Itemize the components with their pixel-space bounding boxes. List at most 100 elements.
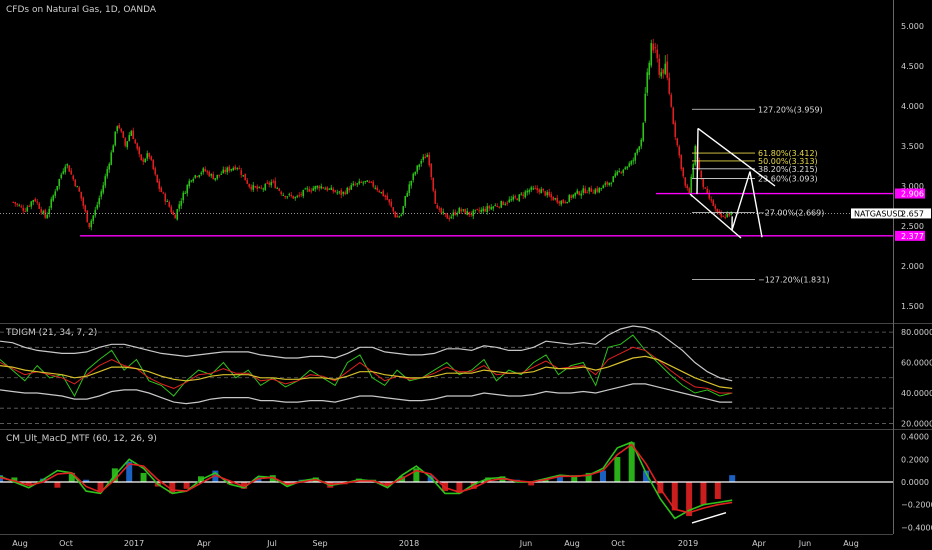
candle-body: [308, 189, 311, 192]
candle-body: [94, 209, 97, 216]
candle-body: [436, 205, 439, 209]
candle-body: [550, 194, 553, 198]
candle-body: [342, 191, 345, 194]
fib-level-label: 23.60%(3.093): [758, 175, 818, 184]
candle-body: [370, 181, 373, 183]
candle-body: [338, 191, 341, 193]
macd-panel-title: CM_Ult_MacD_MTF (60, 12, 26, 9): [6, 434, 157, 444]
fib-level-label: −27.00%(2.669): [758, 208, 824, 217]
candle-body: [344, 192, 347, 195]
price-y-tick: 1.500: [901, 302, 924, 311]
candle-body: [42, 211, 45, 214]
price-y-tick: 5.000: [901, 22, 924, 31]
candle-body: [278, 188, 281, 191]
macd-histogram-bar: [714, 482, 721, 500]
candle-body: [628, 163, 631, 167]
candle-body: [340, 190, 343, 196]
candle-body: [20, 206, 23, 208]
candle-body: [654, 47, 657, 49]
candle-body: [186, 185, 189, 194]
candle-body: [630, 161, 633, 165]
candle-body: [226, 167, 229, 173]
candle-body: [310, 190, 313, 192]
macd-panel[interactable]: CM_Ult_MacD_MTF (60, 12, 26, 9): [6, 434, 157, 444]
candle-body: [686, 185, 689, 189]
candle-body: [332, 188, 335, 192]
tdi-panel[interactable]: TDIGM (21, 34, 7, 2): [5, 328, 97, 338]
candle-body: [160, 187, 163, 193]
candle-body: [590, 188, 593, 192]
candle-body: [364, 180, 367, 182]
macd-histogram-bar: [599, 470, 606, 482]
candle-body: [38, 203, 41, 209]
x-tick-label: Jun: [519, 539, 533, 548]
candle-body: [592, 192, 595, 194]
macd-histogram-bar: [183, 482, 190, 489]
candle-body: [422, 156, 425, 160]
candle-body: [388, 199, 391, 203]
candle-body: [108, 163, 111, 170]
candle-body: [124, 138, 127, 146]
candle-body: [184, 192, 187, 194]
candle-body: [544, 191, 547, 196]
candle-body: [182, 192, 185, 201]
candle-body: [538, 189, 541, 193]
candle-body: [32, 200, 35, 202]
candle-body: [580, 193, 583, 196]
candle-body: [76, 186, 79, 188]
candle-body: [386, 195, 389, 200]
candle-body: [74, 179, 77, 187]
candle-body: [158, 181, 161, 189]
last-price-symbol: NATGASUSD: [854, 209, 904, 218]
candle-body: [536, 187, 539, 191]
candle-body: [282, 195, 285, 197]
candle-body: [220, 173, 223, 175]
candle-body: [604, 183, 607, 185]
candle-body: [682, 167, 685, 177]
candle-body: [548, 191, 551, 196]
candle-body: [582, 188, 585, 193]
candle-body: [656, 49, 659, 59]
candle-body: [596, 188, 599, 192]
candle-body: [198, 175, 201, 177]
candle-body: [494, 205, 497, 207]
candle-body: [410, 180, 413, 186]
x-tick-label: Apr: [197, 539, 212, 548]
candle-body: [680, 154, 683, 169]
price-panel[interactable]: CFDs on Natural Gas, 1D, OANDA: [6, 5, 157, 15]
candle-body: [218, 174, 221, 176]
candle-body: [52, 195, 55, 201]
candle-body: [558, 201, 561, 204]
tdi-panel-title: TDIGM (21, 34, 7, 2): [5, 328, 97, 338]
candle-body: [72, 175, 75, 180]
candle-body: [642, 122, 645, 141]
candle-body: [272, 181, 275, 183]
candle-body: [168, 201, 171, 207]
price-y-tick: 2.000: [901, 262, 924, 271]
candle-body: [492, 206, 495, 209]
candle-body: [586, 192, 589, 194]
candle-body: [646, 72, 649, 93]
price-y-tick: 4.000: [901, 102, 924, 111]
candle-body: [372, 181, 375, 187]
price-panel-title: CFDs on Natural Gas, 1D, OANDA: [6, 5, 157, 15]
candle-body: [264, 184, 267, 190]
candle-body: [28, 205, 31, 207]
candle-body: [66, 164, 69, 166]
candle-body: [426, 154, 429, 158]
candle-body: [190, 180, 193, 182]
candle-body: [460, 209, 463, 212]
candle-body: [12, 201, 15, 203]
candle-body: [244, 173, 247, 181]
candle-body: [404, 196, 407, 206]
candle-body: [334, 190, 337, 193]
candle-body: [300, 194, 303, 196]
candle-body: [552, 196, 555, 201]
candle-body: [252, 184, 255, 190]
candle-body: [174, 214, 177, 219]
candle-body: [564, 201, 567, 203]
price-y-tick: 4.500: [901, 62, 924, 71]
candle-body: [368, 181, 371, 183]
fib-level-label: 38.20%(3.215): [758, 165, 818, 174]
candle-body: [428, 154, 431, 166]
